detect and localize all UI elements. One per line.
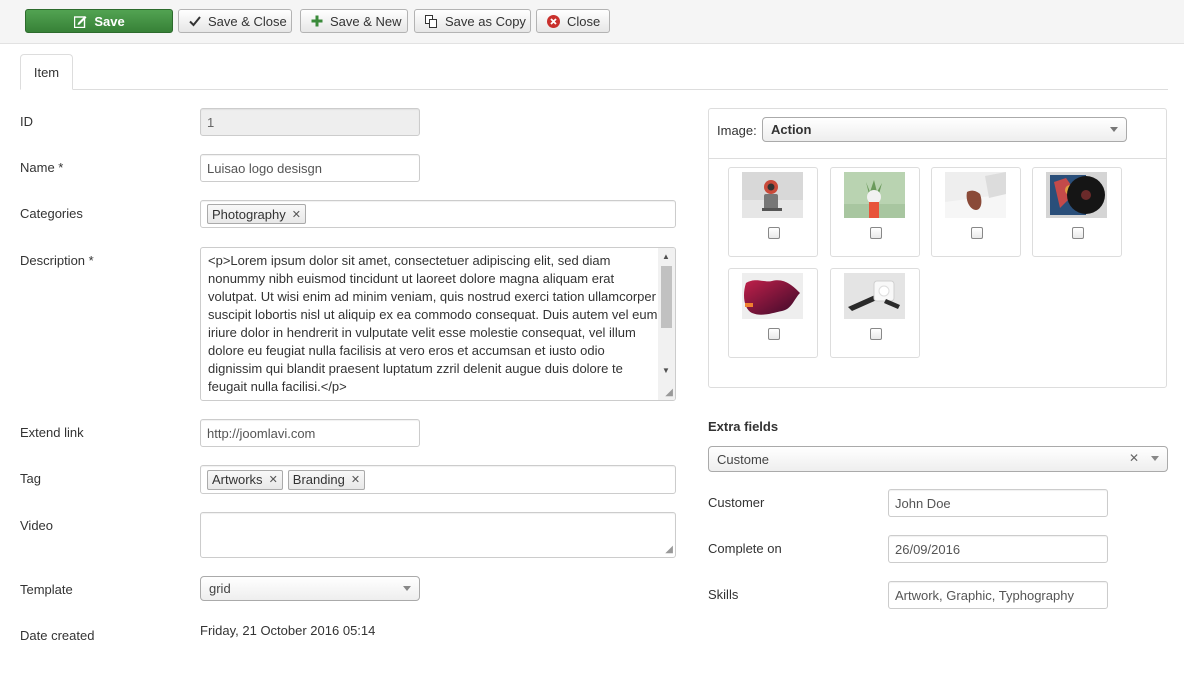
image-panel-divider xyxy=(708,158,1167,159)
category-chip[interactable]: Photography ✕ xyxy=(207,204,306,224)
description-textarea[interactable]: <p>Lorem ipsum dolor sit amet, consectet… xyxy=(200,247,676,401)
image-thumbnail[interactable] xyxy=(931,167,1021,257)
customer-label: Customer xyxy=(708,495,765,510)
image-checkbox[interactable] xyxy=(768,227,780,239)
description-scrollbar[interactable]: ▲ ▼ xyxy=(658,248,675,400)
name-value: Luisao logo desisgn xyxy=(207,160,322,176)
chevron-down-icon xyxy=(403,585,411,591)
image-category-select[interactable]: Action xyxy=(762,117,1127,142)
description-label: Description * xyxy=(20,253,94,268)
save-copy-label: Save as Copy xyxy=(445,13,526,29)
extra-fields-group-select[interactable]: Custome ✕ xyxy=(708,446,1168,472)
template-label: Template xyxy=(20,582,73,597)
tag-label: Tag xyxy=(20,471,41,486)
image-thumbnail[interactable] xyxy=(830,167,920,257)
tab-divider xyxy=(20,89,1168,90)
thumb-blob xyxy=(742,273,803,319)
video-label: Video xyxy=(20,518,54,533)
categories-field[interactable]: Photography ✕ xyxy=(200,200,676,228)
save-label: Save xyxy=(94,13,125,29)
name-label: Name * xyxy=(20,160,64,175)
close-label: Close xyxy=(567,13,601,29)
thumb-plant xyxy=(844,172,905,218)
resize-handle-icon[interactable]: ◢ xyxy=(665,388,673,398)
video-textarea[interactable]: ◢ xyxy=(200,512,676,558)
extra-fields-group-value: Custome xyxy=(717,451,770,467)
resize-handle-icon[interactable]: ◢ xyxy=(665,545,673,555)
check-icon xyxy=(189,14,201,28)
remove-chip-icon[interactable]: ✕ xyxy=(269,473,278,486)
edit-icon xyxy=(73,14,87,28)
extend-link-field[interactable]: http://joomlavi.com xyxy=(200,419,420,447)
tag-chip[interactable]: Branding ✕ xyxy=(287,469,366,490)
extend-link-label: Extend link xyxy=(20,425,84,440)
chevron-down-icon xyxy=(1151,456,1159,461)
toolbar: Save Save & Close Save & New Save as Cop… xyxy=(0,0,1184,44)
remove-chip-icon[interactable]: ✕ xyxy=(292,208,301,221)
skills-field[interactable]: Artwork, Graphic, Typhography xyxy=(888,581,1108,609)
complete-on-label: Complete on xyxy=(708,541,782,556)
id-field: 1 xyxy=(200,108,420,136)
template-value: grid xyxy=(209,581,231,596)
image-checkbox[interactable] xyxy=(971,227,983,239)
image-thumbnail[interactable] xyxy=(1032,167,1122,257)
save-new-label: Save & New xyxy=(330,13,402,29)
save-copy-button[interactable]: Save as Copy xyxy=(414,9,531,33)
customer-value: John Doe xyxy=(895,495,951,511)
categories-label: Categories xyxy=(20,206,83,221)
image-thumbnail[interactable] xyxy=(728,167,818,257)
scroll-down-icon[interactable]: ▼ xyxy=(662,366,670,375)
scroll-up-icon[interactable]: ▲ xyxy=(662,252,670,261)
id-value: 1 xyxy=(207,114,215,130)
remove-chip-icon[interactable]: ✕ xyxy=(351,473,360,486)
save-close-label: Save & Close xyxy=(208,13,287,29)
complete-on-field[interactable]: 26/09/2016 xyxy=(888,535,1108,563)
copy-icon xyxy=(425,14,438,28)
tab-item-label: Item xyxy=(33,64,60,80)
tag-chip-label: Branding xyxy=(292,472,345,487)
tab-item[interactable]: Item xyxy=(20,54,73,90)
image-checkbox[interactable] xyxy=(870,328,882,340)
skills-value: Artwork, Graphic, Typhography xyxy=(895,587,1074,603)
thumb-vase xyxy=(945,172,1006,218)
thumb-watch xyxy=(844,273,905,319)
tag-field[interactable]: Artworks ✕ Branding ✕ xyxy=(200,465,676,494)
date-created-value: Friday, 21 October 2016 05:14 xyxy=(200,623,376,638)
scrollbar-thumb[interactable] xyxy=(661,266,672,328)
save-new-button[interactable]: Save & New xyxy=(300,9,408,33)
chevron-down-icon xyxy=(1110,126,1118,132)
description-text: <p>Lorem ipsum dolor sit amet, consectet… xyxy=(208,253,658,394)
template-select[interactable]: grid xyxy=(200,576,420,601)
image-checkbox[interactable] xyxy=(1072,227,1084,239)
image-category-value: Action xyxy=(771,122,812,137)
tag-chip-label: Artworks xyxy=(212,472,263,487)
image-checkbox[interactable] xyxy=(870,227,882,239)
close-button[interactable]: Close xyxy=(536,9,610,33)
id-label: ID xyxy=(20,114,33,129)
extra-fields-title: Extra fields xyxy=(708,419,779,434)
image-thumbnail[interactable] xyxy=(830,268,920,358)
clear-icon[interactable]: ✕ xyxy=(1129,451,1139,465)
thumb-vinyl xyxy=(1046,172,1107,218)
customer-field[interactable]: John Doe xyxy=(888,489,1108,517)
close-circle-icon xyxy=(547,14,560,28)
tag-chip[interactable]: Artworks ✕ xyxy=(207,469,283,490)
image-checkbox[interactable] xyxy=(768,328,780,340)
date-created-label: Date created xyxy=(20,628,95,643)
save-close-button[interactable]: Save & Close xyxy=(178,9,292,33)
skills-label: Skills xyxy=(708,587,739,602)
image-label: Image: xyxy=(717,123,757,138)
name-field[interactable]: Luisao logo desisgn xyxy=(200,154,420,182)
thumb-robot xyxy=(742,172,803,218)
image-thumbnail[interactable] xyxy=(728,268,818,358)
complete-on-value: 26/09/2016 xyxy=(895,541,961,557)
plus-icon xyxy=(311,14,323,28)
extend-link-value: http://joomlavi.com xyxy=(207,425,316,441)
category-chip-label: Photography xyxy=(212,206,286,222)
save-button[interactable]: Save xyxy=(25,9,173,33)
